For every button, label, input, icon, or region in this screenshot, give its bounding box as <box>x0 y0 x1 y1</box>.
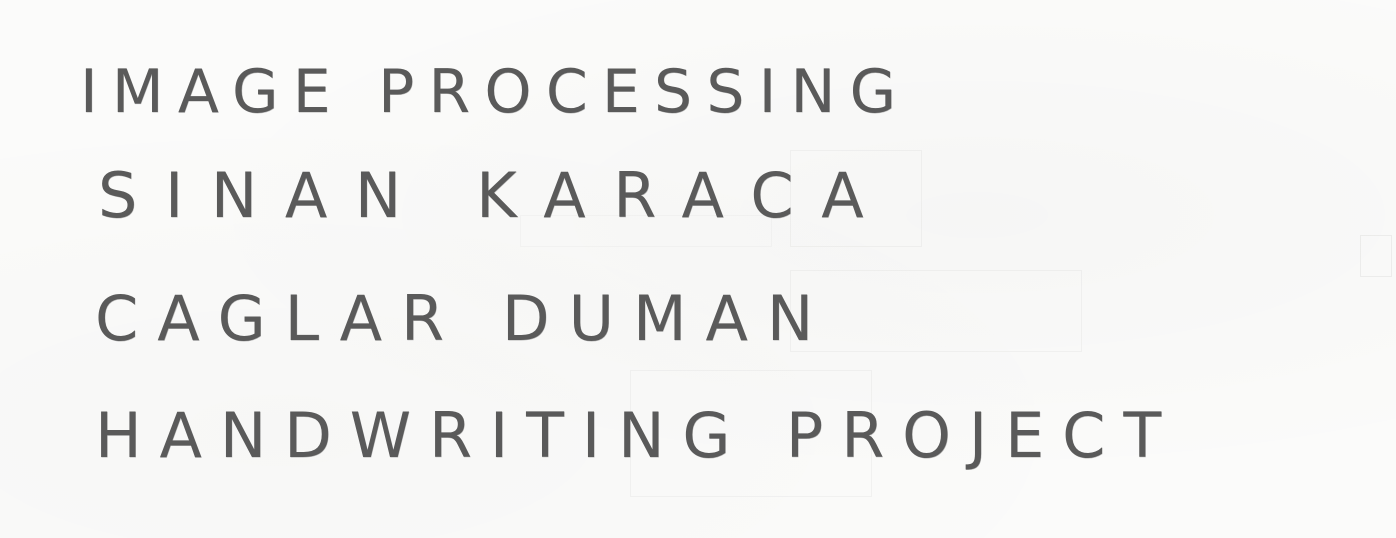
show-through-box <box>1360 235 1392 277</box>
handwritten-line-project: HANDWRITING PROJECT <box>95 399 1180 472</box>
handwritten-line-author-2: CAGLAR DUMAN <box>95 282 833 355</box>
show-through-box <box>790 270 1082 352</box>
handwritten-line-author-1: SINAN KARACA <box>98 159 892 232</box>
handwritten-line-title: IMAGE PROCESSING <box>80 57 911 127</box>
paper-sheet: IMAGE PROCESSING SINAN KARACA CAGLAR DUM… <box>0 0 1396 538</box>
